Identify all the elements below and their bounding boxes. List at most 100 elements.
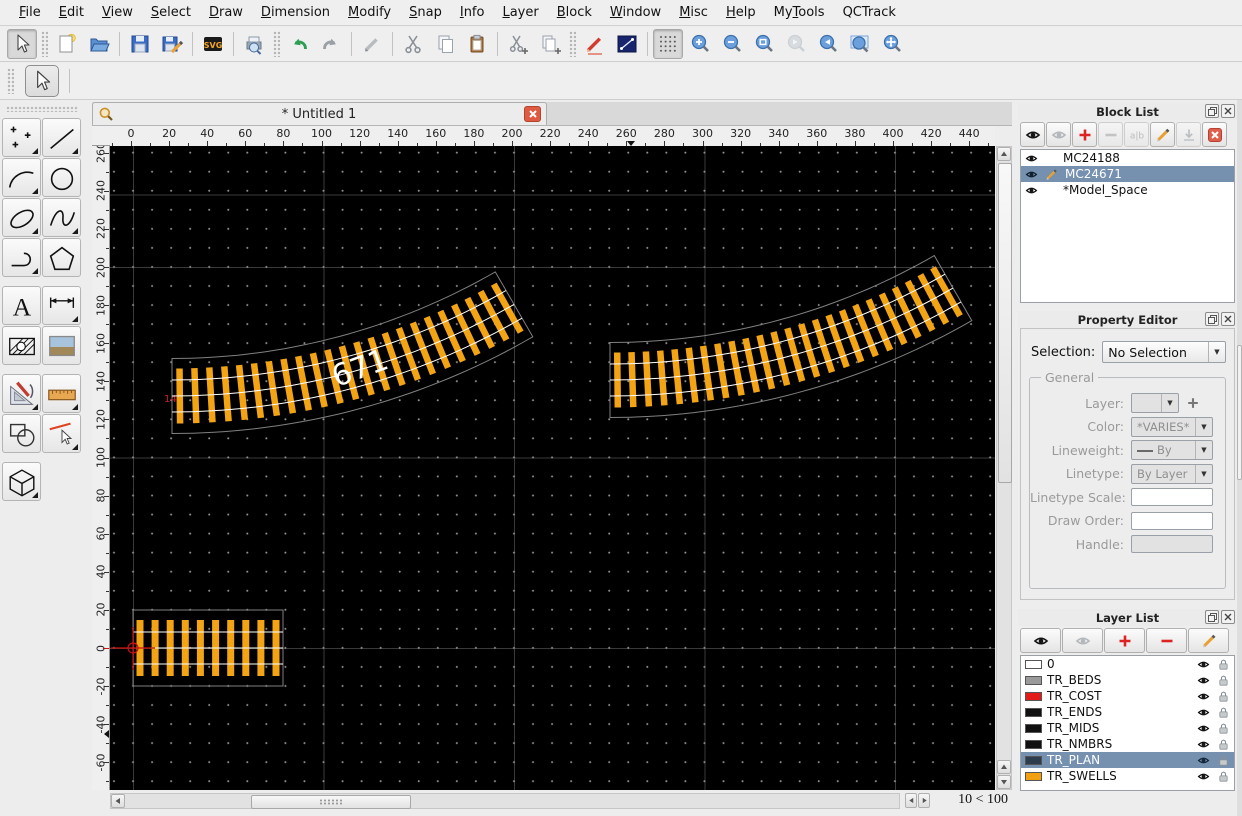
selection-combo[interactable]: No Selection ▼: [1102, 341, 1226, 363]
redo-button[interactable]: [316, 29, 346, 59]
zoom-back-button[interactable]: [813, 29, 843, 59]
toggle-block-visibility-button[interactable]: [1020, 122, 1045, 147]
text-tool-button[interactable]: A: [2, 286, 41, 325]
close-document-button[interactable]: [524, 106, 541, 122]
active-selection-tool-button[interactable]: [25, 65, 59, 97]
lock-icon[interactable]: [1217, 722, 1230, 735]
eye-icon[interactable]: [1197, 770, 1210, 783]
arc-tool-button[interactable]: [2, 158, 41, 197]
hide-all-layers-button[interactable]: [1062, 628, 1103, 653]
float-panel-button[interactable]: [1205, 312, 1219, 326]
eye-icon[interactable]: [1025, 168, 1038, 181]
points-tool-button[interactable]: [2, 118, 41, 157]
eye-icon[interactable]: [1197, 738, 1210, 751]
float-panel-button[interactable]: [1205, 104, 1219, 118]
zoom-out-button[interactable]: [717, 29, 747, 59]
draw-order-field[interactable]: [1131, 512, 1213, 530]
block-row-mc24671[interactable]: MC24671: [1021, 166, 1234, 182]
edit-block-button[interactable]: [1150, 122, 1175, 147]
modify-tool-button[interactable]: [2, 374, 41, 413]
trim-tool-button[interactable]: [42, 414, 81, 453]
toggle-layer-visibility-button[interactable]: [1020, 628, 1061, 653]
eye-icon[interactable]: [1025, 184, 1038, 197]
eye-icon[interactable]: [1025, 152, 1038, 165]
eye-icon[interactable]: [1197, 658, 1210, 671]
undo-button[interactable]: [284, 29, 314, 59]
menu-help[interactable]: Help: [717, 1, 765, 24]
curved-track-671[interactable]: 140671: [164, 272, 533, 434]
copy-with-reference-button[interactable]: [535, 29, 565, 59]
scroll-down-button[interactable]: [997, 775, 1011, 789]
save-document-button[interactable]: [125, 29, 155, 59]
scroll-left-button[interactable]: [111, 794, 125, 808]
close-panel-button[interactable]: [1221, 610, 1235, 624]
layer-row-trplan[interactable]: TR_PLAN: [1021, 752, 1234, 768]
float-panel-button[interactable]: [1205, 610, 1219, 624]
menu-edit[interactable]: Edit: [50, 1, 93, 24]
layer-row-trbeds[interactable]: TR_BEDS: [1021, 672, 1234, 688]
zoom-in-button[interactable]: [685, 29, 715, 59]
eye-icon[interactable]: [1197, 722, 1210, 735]
lock-icon[interactable]: [1217, 770, 1230, 783]
eye-icon[interactable]: [1197, 754, 1210, 767]
menu-select[interactable]: Select: [142, 1, 200, 24]
window-zoom-button[interactable]: [845, 29, 875, 59]
menu-dimension[interactable]: Dimension: [252, 1, 339, 24]
close-panel-button[interactable]: [1221, 312, 1235, 326]
menu-file[interactable]: File: [10, 1, 50, 24]
measure-tool-button[interactable]: [42, 374, 81, 413]
edit-attributes-button[interactable]: [580, 29, 610, 59]
menu-block[interactable]: Block: [548, 1, 601, 24]
menu-window[interactable]: Window: [601, 1, 670, 24]
cut-button[interactable]: [398, 29, 428, 59]
lock-icon[interactable]: [1217, 690, 1230, 703]
layer-row-trnmbrs[interactable]: TR_NMBRS: [1021, 736, 1234, 752]
dimension-tool-button[interactable]: [42, 286, 81, 325]
menu-misc[interactable]: Misc: [670, 1, 717, 24]
vertical-scroll-thumb[interactable]: [998, 163, 1012, 483]
edit-layer-button[interactable]: [1188, 628, 1229, 653]
menu-info[interactable]: Info: [451, 1, 494, 24]
hatch-tool-button[interactable]: [2, 326, 41, 365]
layer-row-trswells[interactable]: TR_SWELLS: [1021, 768, 1234, 784]
scroll-up-button[interactable]: [997, 147, 1011, 161]
block-row-modelspace[interactable]: *Model_Space: [1021, 182, 1234, 198]
pen-button[interactable]: [357, 29, 387, 59]
save-as-button[interactable]: [157, 29, 187, 59]
layer-row-0[interactable]: 0: [1021, 656, 1234, 672]
linetype-scale-field[interactable]: [1131, 488, 1213, 506]
horizontal-scroll-thumb[interactable]: [251, 795, 411, 809]
block-row-mc24188[interactable]: MC24188: [1021, 150, 1234, 166]
eye-icon[interactable]: [1197, 690, 1210, 703]
menu-view[interactable]: View: [93, 1, 142, 24]
auto-zoom-button[interactable]: [749, 29, 779, 59]
spline-tool-button[interactable]: [42, 198, 81, 237]
measure-distance-button[interactable]: [612, 29, 642, 59]
solid-tool-button[interactable]: [2, 462, 41, 501]
delete-block-button[interactable]: [1202, 122, 1227, 147]
polyline-tool-button[interactable]: [2, 238, 41, 277]
polygon-tool-button[interactable]: [42, 238, 81, 277]
dock-edge-thumb[interactable]: [1237, 345, 1242, 480]
pan-zoom-button[interactable]: [877, 29, 907, 59]
circle-tool-button[interactable]: [42, 158, 81, 197]
order-tool-button[interactable]: [2, 414, 41, 453]
line-tool-button[interactable]: [42, 118, 81, 157]
image-tool-button[interactable]: [42, 326, 81, 365]
lock-icon[interactable]: [1217, 658, 1230, 671]
lock-icon[interactable]: [1217, 674, 1230, 687]
tab-scroll-left-button[interactable]: [905, 793, 917, 808]
lock-icon[interactable]: [1217, 706, 1230, 719]
menu-draw[interactable]: Draw: [200, 1, 252, 24]
copy-button[interactable]: [430, 29, 460, 59]
print-preview-button[interactable]: [239, 29, 269, 59]
add-layer-property-icon[interactable]: [1186, 396, 1200, 410]
drawing-canvas[interactable]: 140671: [110, 146, 995, 790]
curved-track-right[interactable]: [610, 256, 972, 418]
remove-layer-button[interactable]: [1146, 628, 1187, 653]
ellipse-tool-button[interactable]: [2, 198, 41, 237]
new-document-button[interactable]: [52, 29, 82, 59]
menu-modify[interactable]: Modify: [339, 1, 400, 24]
svg-export-button[interactable]: SVG: [198, 29, 228, 59]
document-tab[interactable]: * Untitled 1: [92, 102, 547, 125]
